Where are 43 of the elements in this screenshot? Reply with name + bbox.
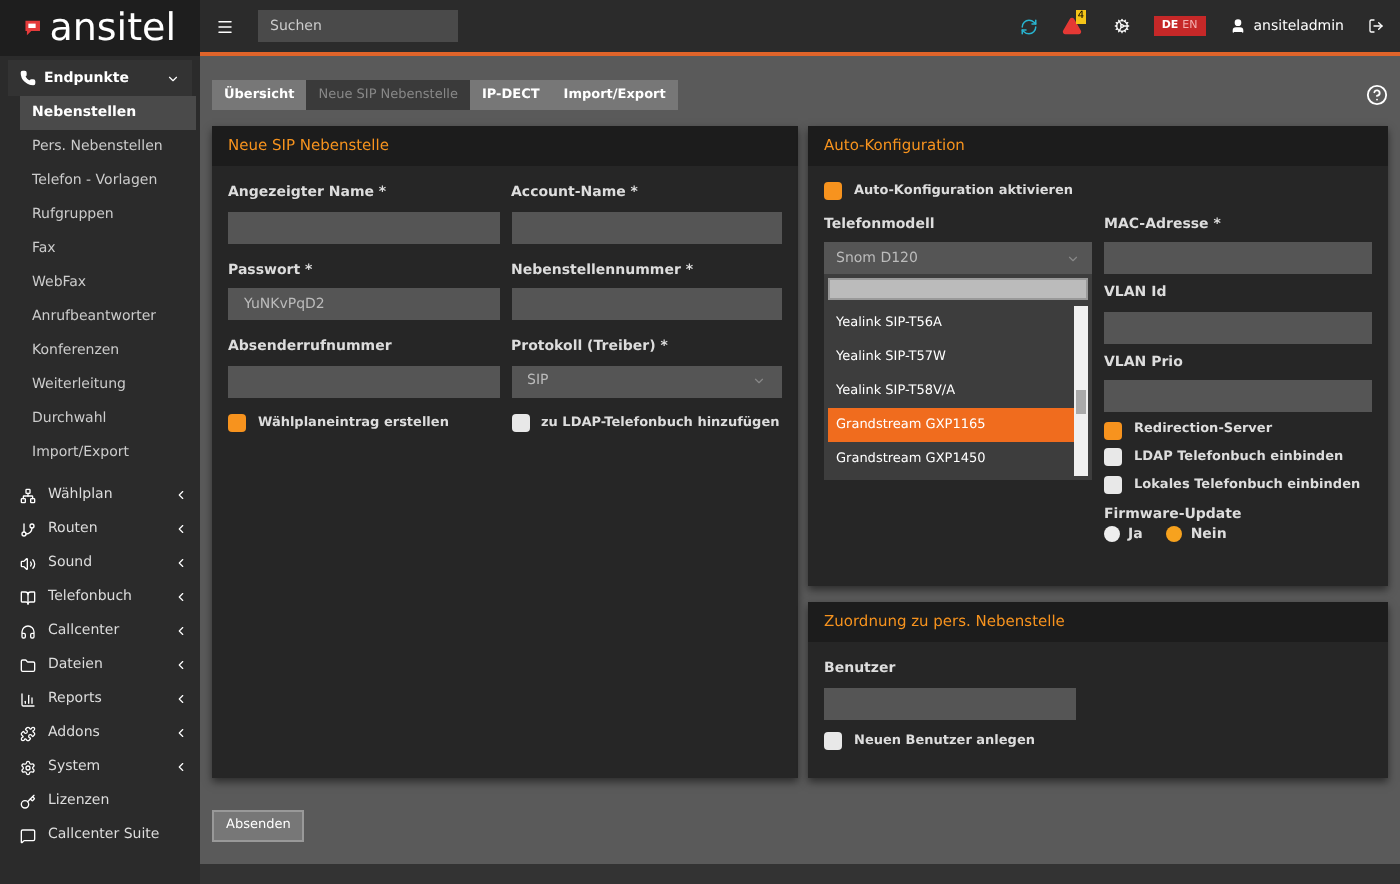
scrollbar[interactable]: [1074, 306, 1088, 477]
folder-icon: [20, 657, 36, 673]
radio-button[interactable]: [1104, 526, 1120, 543]
branch-icon: [20, 521, 36, 537]
checkbox[interactable]: [511, 413, 529, 432]
warning-icon[interactable]: [1061, 16, 1082, 36]
chat-icon: [20, 827, 36, 843]
speaker-icon: [20, 555, 36, 571]
caret-icon: [752, 374, 766, 388]
help-icon[interactable]: [1366, 84, 1388, 106]
logout-icon[interactable]: [1368, 18, 1384, 34]
key-icon: [20, 793, 36, 809]
input-field[interactable]: [824, 687, 1076, 719]
headset-icon: [20, 623, 36, 639]
checkbox[interactable]: [824, 182, 842, 201]
gears-icon: [20, 759, 36, 775]
radio-button[interactable]: [1166, 526, 1183, 543]
input-field[interactable]: [1104, 242, 1372, 275]
input-field[interactable]: [1104, 380, 1372, 413]
puzzle-icon: [20, 725, 36, 741]
input-field[interactable]: [228, 211, 499, 243]
caret-icon: [166, 71, 180, 85]
input-field[interactable]: [511, 211, 782, 243]
user-icon: [1229, 18, 1246, 34]
caret-icon: [1066, 251, 1080, 266]
checkbox[interactable]: [1104, 448, 1122, 467]
input-field[interactable]: [228, 365, 499, 397]
checkbox[interactable]: [1104, 421, 1122, 440]
refresh-icon[interactable]: [1019, 17, 1038, 35]
input-field[interactable]: [1104, 311, 1372, 344]
sitemap-icon: [20, 487, 36, 503]
checkbox[interactable]: [228, 413, 246, 432]
checkbox[interactable]: [1104, 476, 1122, 495]
phone-icon: [20, 70, 36, 86]
menu-icon[interactable]: [216, 17, 234, 35]
checkbox[interactable]: [824, 731, 842, 750]
dropdown-search-field[interactable]: [828, 278, 1088, 301]
logo: ansitel: [0, 0, 200, 56]
settings-icon[interactable]: [1113, 18, 1130, 34]
bar-chart-icon: [20, 691, 36, 707]
book-icon: [20, 589, 36, 605]
input-field[interactable]: [511, 288, 782, 320]
chat-bubble-icon: [24, 16, 42, 40]
